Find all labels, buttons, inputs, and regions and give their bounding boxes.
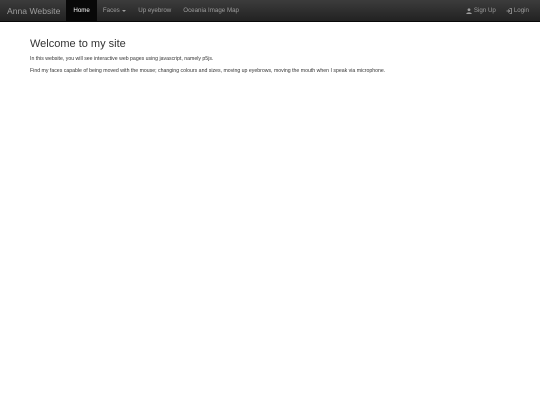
nav-item-faces-dropdown[interactable]: Faces — [97, 0, 132, 21]
nav-item-home[interactable]: Home — [66, 0, 97, 21]
nav-item-oceania-image-map[interactable]: Oceania Image Map — [177, 0, 245, 21]
login-icon — [506, 7, 512, 14]
nav-right-menu: Sign Up Login — [461, 0, 540, 21]
intro-paragraph: In this website, you will see interactiv… — [30, 56, 214, 62]
caret-down-icon — [122, 9, 127, 12]
top-navbar: Anna Website Home Faces Up eyebrow Ocean… — [0, 0, 540, 22]
nav-item-sign-up[interactable]: Sign Up — [461, 0, 501, 21]
nav-item-login[interactable]: Login — [501, 0, 534, 21]
nav-item-faces-label: Faces — [102, 7, 120, 14]
nav-menu: Home Faces Up eyebrow Oceania Image Map — [66, 0, 245, 21]
user-icon — [466, 7, 472, 14]
faces-paragraph: Find my faces capable of being moved wit… — [30, 68, 386, 74]
main-content: Welcome to my site In this website, you … — [30, 38, 520, 80]
brand-link[interactable]: Anna Website — [0, 0, 66, 21]
nav-item-up-eyebrow[interactable]: Up eyebrow — [132, 0, 177, 21]
login-label: Login — [513, 7, 529, 14]
sign-up-label: Sign Up — [473, 7, 496, 14]
page-title: Welcome to my site — [30, 38, 126, 50]
